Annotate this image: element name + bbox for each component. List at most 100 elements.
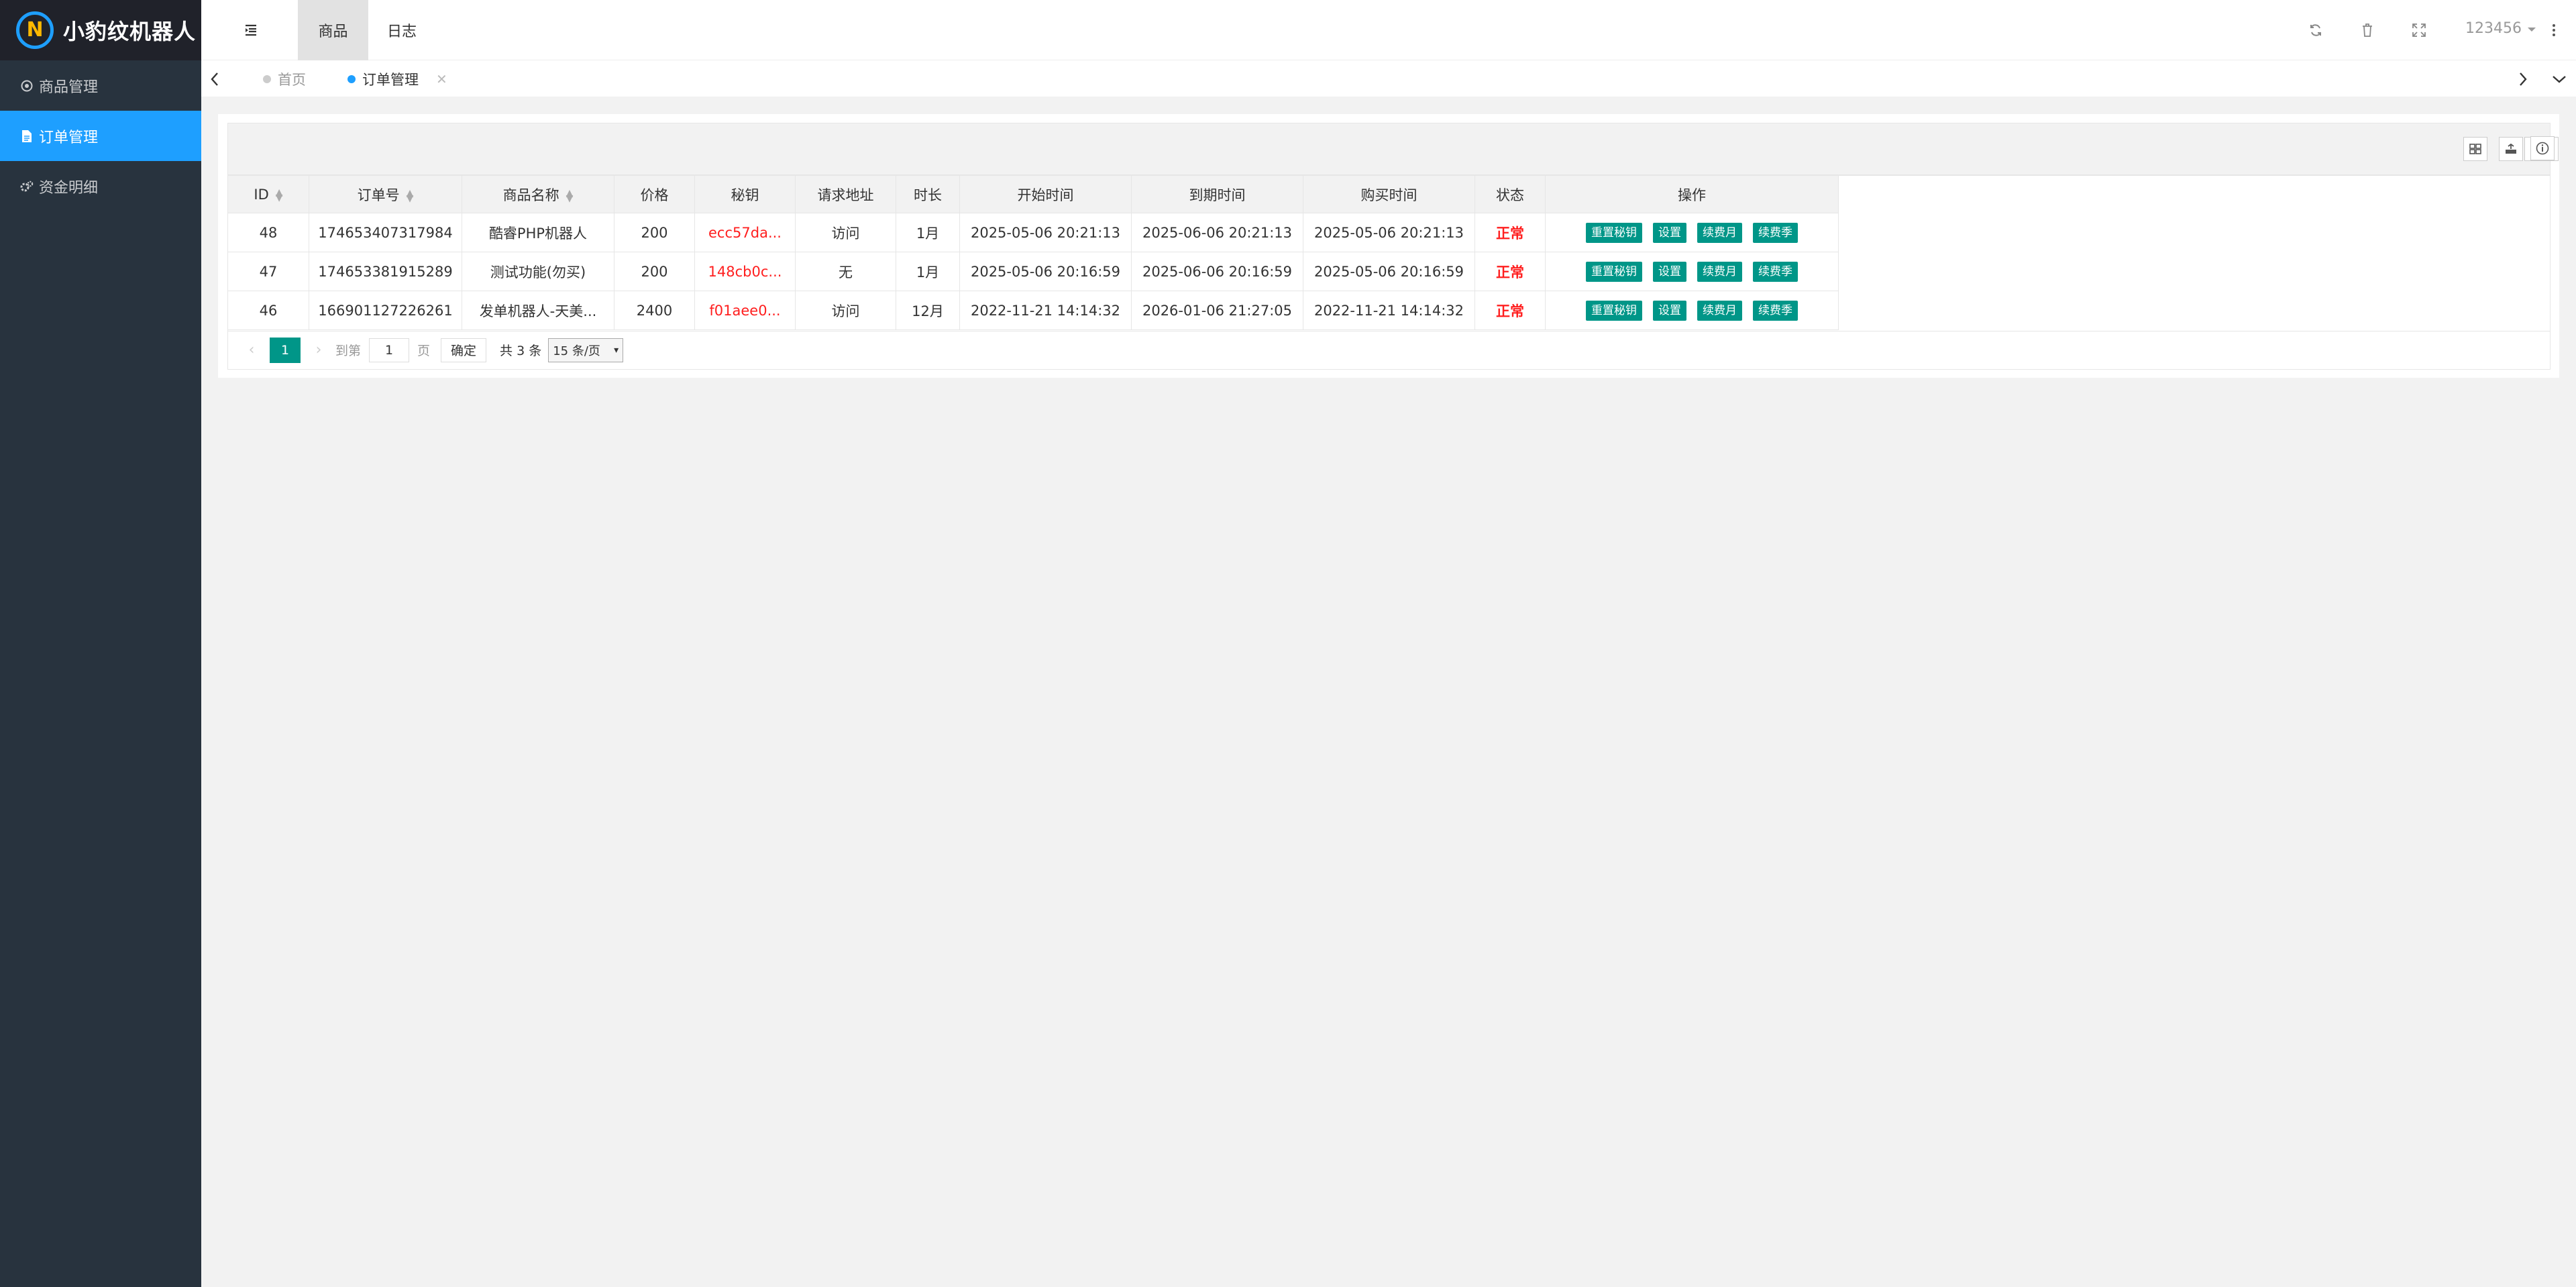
page-tab-label: 订单管理 <box>362 71 419 88</box>
cell-id: 48 <box>227 213 309 252</box>
page-tabs-bar: 首页 订单管理 ✕ <box>201 60 2576 97</box>
cell-actions: 重置秘钥 设置 续费月 续费季 <box>1545 213 1839 252</box>
prev-page-icon[interactable]: ‹ <box>241 342 262 358</box>
tab-dot <box>263 74 271 83</box>
chevron-down-icon[interactable] <box>2546 60 2573 97</box>
page-size-select[interactable]: 15 条/页 ▾ <box>548 338 624 362</box>
cell-end-time: 2025-06-06 20:16:59 <box>1131 252 1303 291</box>
gears-icon <box>20 180 34 193</box>
tab-logs[interactable]: 日志 <box>368 0 435 60</box>
circle-play-icon <box>20 79 34 93</box>
col-buy-time: 购买时间 <box>1303 175 1475 213</box>
top-header: 商品 日志 123456 <box>201 0 2576 60</box>
col-end-time: 到期时间 <box>1131 175 1303 213</box>
page-label: 页 <box>417 344 431 358</box>
cell-buy-time: 2025-05-06 20:21:13 <box>1303 213 1475 252</box>
tab-dot <box>347 74 356 83</box>
cell-order-no: 174653381915289 <box>309 252 462 291</box>
cell-duration: 1月 <box>896 213 960 252</box>
page-number-current[interactable]: 1 <box>270 337 301 363</box>
chevron-down-icon <box>2527 20 2536 37</box>
renew-quarter-button[interactable]: 续费季 <box>1753 222 1798 243</box>
col-key: 秘钥 <box>694 175 796 213</box>
content-card: ID ▲ ▼ 订单号 ▲ ▼ 商品名称 ▲ ▼ 价格 秘钥 请求地址 时长 开始时间 到期时… <box>218 114 2559 378</box>
sidebar-item-label: 订单管理 <box>39 129 99 146</box>
cell-request-url[interactable]: 访问 <box>795 291 896 330</box>
next-page-icon[interactable]: › <box>309 342 329 358</box>
cell-actions: 重置秘钥 设置 续费月 续费季 <box>1545 291 1839 330</box>
col-start-time: 开始时间 <box>959 175 1132 213</box>
settings-button[interactable]: 设置 <box>1653 261 1686 282</box>
sidebar-item-funds[interactable]: 资金明细 <box>0 161 201 211</box>
cell-start-time: 2022-11-21 14:14:32 <box>959 291 1132 330</box>
refresh-icon[interactable] <box>2304 19 2327 42</box>
cell-request-url[interactable]: 访问 <box>795 213 896 252</box>
table-header-row: ID ▲ ▼ 订单号 ▲ ▼ 商品名称 ▲ ▼ 价格 秘钥 请求地址 时长 开始时间 到期时… <box>227 175 1839 213</box>
sort-icon[interactable]: ▲ ▼ <box>407 189 414 203</box>
pagination: ‹ 1 › 到第 1 页 确定 共 3 条 15 条/页 ▾ <box>227 331 2551 370</box>
cell-key[interactable]: 148cb0c... <box>694 252 796 291</box>
col-product-name[interactable]: 商品名称 ▲ ▼ <box>462 175 614 213</box>
reset-key-button[interactable]: 重置秘钥 <box>1586 261 1642 282</box>
sort-icon[interactable]: ▲ ▼ <box>276 188 283 203</box>
settings-button[interactable]: 设置 <box>1653 300 1686 321</box>
col-duration: 时长 <box>896 175 960 213</box>
tab-label: 商品 <box>318 23 348 40</box>
renew-month-button[interactable]: 续费月 <box>1697 261 1742 282</box>
cell-start-time: 2025-05-06 20:21:13 <box>959 213 1132 252</box>
sort-icon[interactable]: ▲ ▼ <box>566 189 574 203</box>
settings-button[interactable]: 设置 <box>1653 222 1686 243</box>
table-row: 46 166901127226261 发单机器人-天美... 2400 f01a… <box>227 291 1839 330</box>
reset-key-button[interactable]: 重置秘钥 <box>1586 222 1642 243</box>
sidebar-item-label: 商品管理 <box>39 79 99 96</box>
logo-letter: N <box>26 18 44 42</box>
page-size-value: 15 条/页 <box>553 344 600 358</box>
page-tab-label: 首页 <box>278 71 306 88</box>
goto-page-input[interactable]: 1 <box>369 338 410 362</box>
sidebar-item-products[interactable]: 商品管理 <box>0 60 201 111</box>
sidebar-item-orders[interactable]: 订单管理 <box>0 111 201 161</box>
cell-duration: 12月 <box>896 291 960 330</box>
columns-icon[interactable] <box>2463 137 2487 161</box>
logo[interactable]: N 小豹纹机器人 <box>0 0 201 60</box>
export-icon[interactable] <box>2499 137 2523 161</box>
user-menu[interactable]: 123456 <box>2465 20 2536 37</box>
renew-quarter-button[interactable]: 续费季 <box>1753 261 1798 282</box>
username: 123456 <box>2465 20 2522 37</box>
close-icon[interactable]: ✕ <box>436 71 447 87</box>
chevron-left-icon[interactable] <box>201 60 228 97</box>
tab-products[interactable]: 商品 <box>298 0 368 60</box>
status-badge: 正常 <box>1474 213 1546 252</box>
col-request-url: 请求地址 <box>795 175 896 213</box>
page-tab-orders[interactable]: 订单管理 ✕ <box>347 60 447 97</box>
cell-id: 47 <box>227 252 309 291</box>
renew-month-button[interactable]: 续费月 <box>1697 300 1742 321</box>
col-id[interactable]: ID ▲ ▼ <box>227 175 309 213</box>
col-order-no[interactable]: 订单号 ▲ ▼ <box>309 175 462 213</box>
cell-price: 200 <box>614 252 695 291</box>
renew-quarter-button[interactable]: 续费季 <box>1753 300 1798 321</box>
cell-key[interactable]: ecc57da... <box>694 213 796 252</box>
chevron-right-icon[interactable] <box>2510 60 2536 97</box>
cell-price: 200 <box>614 213 695 252</box>
fullscreen-icon[interactable] <box>2408 19 2430 42</box>
menu-toggle-icon[interactable] <box>240 19 262 41</box>
app-name: 小豹纹机器人 <box>63 19 197 44</box>
cell-request-url: 无 <box>795 252 896 291</box>
logo-icon: N <box>16 11 54 49</box>
trash-icon[interactable] <box>2356 19 2379 42</box>
more-vertical-icon[interactable] <box>2542 19 2565 42</box>
reset-key-button[interactable]: 重置秘钥 <box>1586 300 1642 321</box>
cell-order-no: 174653407317984 <box>309 213 462 252</box>
table-row: 47 174653381915289 测试功能(勿买) 200 148cb0c.… <box>227 252 1839 291</box>
renew-month-button[interactable]: 续费月 <box>1697 222 1742 243</box>
cell-buy-time: 2025-05-06 20:16:59 <box>1303 252 1475 291</box>
cell-key[interactable]: f01aee0... <box>694 291 796 330</box>
info-icon[interactable] <box>2530 136 2555 160</box>
col-status: 状态 <box>1474 175 1546 213</box>
confirm-button[interactable]: 确定 <box>441 338 487 362</box>
total-count: 共 3 条 <box>500 344 542 358</box>
page-tab-home[interactable]: 首页 <box>263 60 306 97</box>
sidebar: N 小豹纹机器人 商品管理 订单管理 资金明细 <box>0 0 201 1287</box>
orders-table: ID ▲ ▼ 订单号 ▲ ▼ 商品名称 ▲ ▼ 价格 秘钥 请求地址 时长 开始时间 到期时… <box>227 175 1839 330</box>
